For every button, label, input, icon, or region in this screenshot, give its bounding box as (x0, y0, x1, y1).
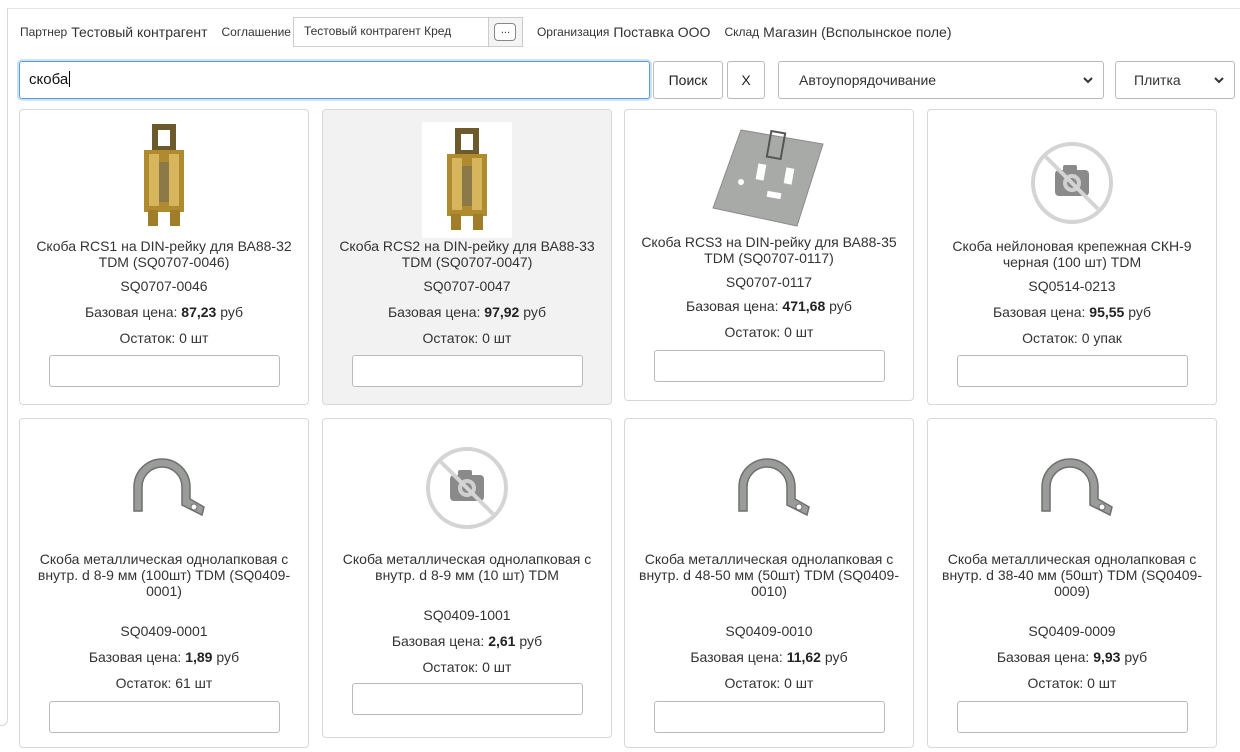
product-card[interactable]: Скоба металлическая однолапковая с внутр… (19, 418, 309, 748)
product-sku: SQ0707-0046 (120, 278, 208, 294)
product-sku: SQ0409-0009 (1028, 623, 1116, 639)
product-name: Скоба RCS1 на DIN-рейку для ВА88-32 TDM … (36, 238, 292, 270)
product-sku: SQ0409-0001 (120, 623, 208, 639)
product-sku: SQ0514-0213 (1028, 278, 1116, 294)
sort-select[interactable]: Автоупорядочивание (778, 61, 1104, 99)
product-name: Скоба металлическая однолапковая с внутр… (942, 551, 1202, 599)
product-price: Базовая цена: 97,92 руб (387, 304, 547, 320)
quantity-input[interactable] (352, 355, 583, 387)
product-name: Скоба RCS2 на DIN-рейку для ВА88-33 TDM … (339, 238, 595, 270)
quantity-input[interactable] (654, 701, 885, 733)
warehouse-value[interactable]: Магазин (Всполынское поле) (763, 24, 951, 40)
product-card[interactable]: Скоба металлическая однолапковая с внутр… (927, 418, 1217, 748)
quantity-input[interactable] (957, 701, 1188, 733)
product-price: Базовая цена: 1,89 руб (88, 649, 240, 665)
quantity-input[interactable] (957, 355, 1188, 387)
chevron-down-icon (1083, 77, 1093, 84)
search-input-value: скоба (29, 71, 69, 88)
search-button[interactable]: Поиск (653, 61, 723, 99)
product-name: Скоба нейлоновая крепежная СКН-9 черная … (952, 238, 1192, 270)
no-photo-icon (426, 447, 508, 529)
no-photo-icon (1031, 142, 1113, 224)
warehouse-label: Склад (724, 25, 760, 39)
product-price: Базовая цена: 9,93 руб (996, 649, 1148, 665)
product-card[interactable]: Скоба металлическая однолапковая с внутр… (624, 418, 914, 748)
product-name: Скоба металлическая однолапковая с внутр… (37, 551, 291, 599)
product-sku: SQ0707-0047 (423, 278, 511, 294)
product-card[interactable]: Скоба металлическая однолапковая с внутр… (322, 418, 612, 738)
product-sku: SQ0707-0117 (725, 274, 813, 290)
product-stock: Остаток: 0 шт (1027, 675, 1117, 691)
text-caret (69, 71, 71, 87)
din-bracket-icon (422, 122, 512, 238)
view-select-value: Плитка (1134, 72, 1181, 88)
product-stock: Остаток: 0 шт (119, 330, 209, 346)
clear-search-button[interactable]: X (727, 61, 765, 99)
search-input[interactable]: скоба (19, 61, 650, 99)
product-price: Базовая цена: 95,55 руб (992, 304, 1152, 320)
product-card[interactable]: Скоба нейлоновая крепежная СКН-9 черная … (927, 109, 1217, 405)
pipe-clamp-icon (738, 458, 810, 517)
org-value[interactable]: Поставка ООО (613, 24, 710, 40)
top-divider (8, 8, 1240, 9)
partner-value[interactable]: Тестовый контрагент (71, 24, 207, 40)
product-price: Базовая цена: 11,62 руб (690, 649, 848, 665)
product-stock: Остаток: 61 шт (115, 675, 213, 691)
product-card[interactable]: Скоба RCS3 на DIN-рейку для ВА88-35 TDM … (624, 109, 914, 401)
product-sku: SQ0409-0010 (725, 623, 813, 639)
document-header: Партнер Тестовый контрагент Соглашение Т… (20, 17, 952, 47)
pipe-clamp-icon (1041, 458, 1113, 517)
product-stock: Остаток: 0 шт (422, 330, 512, 346)
panel-border (0, 8, 8, 726)
product-card[interactable]: Скоба RCS1 на DIN-рейку для ВА88-32 TDM … (19, 109, 309, 405)
sort-select-value: Автоупорядочивание (799, 72, 937, 88)
product-price: Базовая цена: 2,61 руб (391, 633, 543, 649)
mounting-plate-icon (712, 129, 824, 227)
product-stock: Остаток: 0 упак (1022, 330, 1122, 346)
ellipsis-icon: ... (494, 23, 517, 41)
product-name: Скоба металлическая однолапковая с внутр… (639, 551, 899, 599)
agreement-label: Соглашение (221, 25, 291, 39)
product-stock: Остаток: 0 шт (422, 659, 512, 675)
product-name: Скоба RCS3 на DIN-рейку для ВА88-35 TDM … (641, 234, 897, 266)
chevron-down-icon (1214, 77, 1224, 84)
product-sku: SQ0409-1001 (423, 607, 511, 623)
din-bracket-icon (144, 124, 184, 226)
quantity-input[interactable] (654, 350, 885, 382)
product-name: Скоба металлическая однолапковая с внутр… (342, 551, 592, 583)
org-label: Организация (536, 25, 610, 39)
agreement-select-button[interactable]: ... (488, 17, 523, 47)
product-price: Базовая цена: 87,23 руб (84, 304, 244, 320)
agreement-field[interactable]: Тестовый контрагент Кред (292, 17, 489, 47)
partner-label: Партнер (20, 25, 68, 39)
quantity-input[interactable] (49, 701, 280, 733)
view-select[interactable]: Плитка (1115, 61, 1235, 99)
product-price: Базовая цена: 471,68 руб (686, 298, 852, 314)
pipe-clamp-icon (133, 458, 205, 517)
product-stock: Остаток: 0 шт (724, 324, 814, 340)
product-card[interactable]: Скоба RCS2 на DIN-рейку для ВА88-33 TDM … (322, 109, 612, 405)
quantity-input[interactable] (352, 683, 583, 715)
quantity-input[interactable] (49, 355, 280, 387)
product-stock: Остаток: 0 шт (724, 675, 814, 691)
